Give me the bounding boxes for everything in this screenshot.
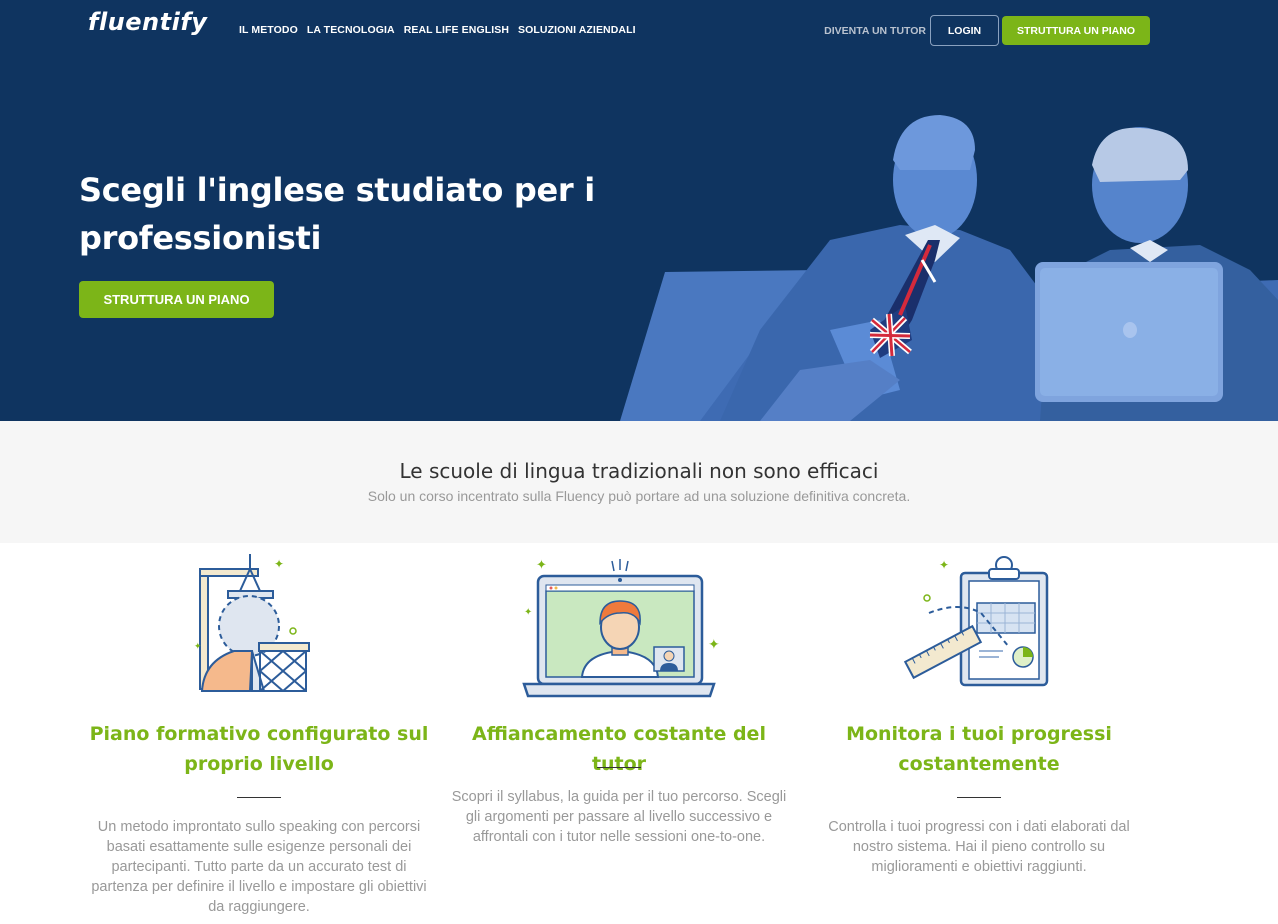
feature-divider <box>237 797 281 798</box>
hero-plan-button[interactable]: STRUTTURA UN PIANO <box>79 281 274 318</box>
svg-text:✦: ✦ <box>708 636 720 652</box>
intro-title: Le scuole di lingua tradizionali non son… <box>399 459 879 483</box>
intro-subtitle: Solo un corso incentrato sulla Fluency p… <box>367 488 911 504</box>
nav-plan-button[interactable]: STRUTTURA UN PIANO <box>1002 16 1150 45</box>
intro-band: Le scuole di lingua tradizionali non son… <box>0 421 1278 543</box>
hero-title: Scegli l'inglese studiato per i professi… <box>79 171 595 257</box>
clipboard-chart-illustration: ✦ <box>903 556 1049 687</box>
feature-title-progress: Monitora i tuoi progressi costantemente <box>846 723 1112 775</box>
nav-actions: DIVENTA UN TUTOR LOGIN STRUTTURA UN PIAN… <box>824 15 1150 46</box>
top-navbar: fluentify IL METODO LA TECNOLOGIA REAL L… <box>0 0 1278 62</box>
feature-text-progress: Controlla i tuoi progressi con i dati el… <box>828 819 1130 875</box>
nav-link-tecnologia[interactable]: LA TECNOLOGIA <box>307 24 395 36</box>
svg-text:✦: ✦ <box>194 641 202 651</box>
login-button[interactable]: LOGIN <box>930 15 999 46</box>
nav-link-metodo[interactable]: IL METODO <box>239 24 298 36</box>
svg-text:✦: ✦ <box>524 607 532 618</box>
laptop-video-call-illustration: ✦ ✦ ✦ <box>522 557 720 698</box>
fluentify-logo[interactable]: fluentify <box>88 8 207 36</box>
svg-text:✦: ✦ <box>939 558 949 572</box>
nav-link-soluzioni-aziendali[interactable]: SOLUZIONI AZIENDALI <box>518 24 636 36</box>
feature-text-plan: Un metodo improntato sullo speaking con … <box>91 819 427 915</box>
feature-text-tutor: Scopri il syllabus, la guida per il tuo … <box>451 789 787 845</box>
nav-link-real-life-english[interactable]: REAL LIFE ENGLISH <box>404 24 509 36</box>
svg-text:✦: ✦ <box>536 557 547 572</box>
main-menu: IL METODO LA TECNOLOGIA REAL LIFE ENGLIS… <box>239 24 636 36</box>
become-tutor-link[interactable]: DIVENTA UN TUTOR <box>824 25 926 37</box>
tailored-person-illustration: ✦ ✦ <box>194 554 310 692</box>
hero-section: fluentify IL METODO LA TECNOLOGIA REAL L… <box>0 0 1278 421</box>
feature-divider <box>597 767 641 768</box>
feature-divider <box>957 797 1001 798</box>
svg-text:✦: ✦ <box>274 557 284 571</box>
feature-title-plan: Piano formativo configurato sul proprio … <box>89 723 429 775</box>
features-section: ✦ ✦ Piano formativo configurato sul prop… <box>0 543 1278 924</box>
feature-title-tutor: Affiancamento costante del tutor <box>472 723 766 775</box>
